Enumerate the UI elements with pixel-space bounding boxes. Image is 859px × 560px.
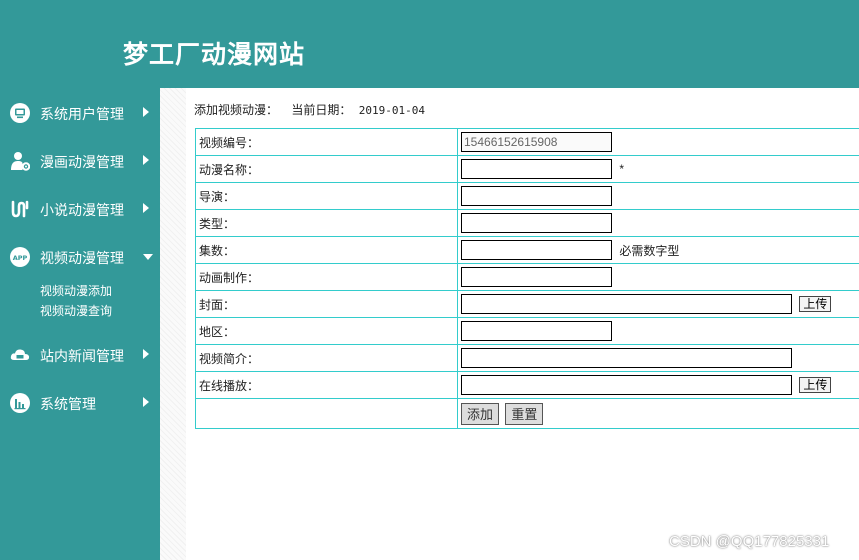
- breadcrumb: 添加视频动漫： 当前日期： 2019-01-04: [194, 101, 425, 118]
- cover-field[interactable]: [461, 294, 792, 314]
- sidebar-item-video[interactable]: APP 视频动漫管理: [0, 239, 160, 275]
- page-title: 添加视频动漫：: [194, 103, 279, 117]
- field-label: 视频简介：: [195, 344, 458, 372]
- sidebar-item-comic[interactable]: 漫画动漫管理: [0, 143, 160, 179]
- field-label: 类型：: [195, 209, 458, 237]
- sidebar-item-system-users[interactable]: 系统用户管理: [0, 95, 160, 131]
- bar-chart-icon: [10, 393, 30, 413]
- field-label: 封面：: [195, 290, 458, 318]
- reset-button[interactable]: 重置: [505, 402, 544, 425]
- region-field[interactable]: [461, 321, 612, 341]
- form-row: 集数： 必需数字型: [195, 236, 859, 264]
- field-label: 动漫名称：: [195, 155, 458, 183]
- field-label: 在线播放：: [195, 371, 458, 399]
- chevron-right-icon: [143, 349, 149, 359]
- submenu-video-query[interactable]: 视频动漫查询: [40, 302, 112, 319]
- add-video-form: 视频编号： 动漫名称： * 导演： 类型： 集数： 必需数字型 动画制作：: [195, 128, 859, 429]
- field-label: 视频编号：: [195, 128, 458, 156]
- sidebar-item-label: 小说动漫管理: [40, 202, 124, 218]
- video-upload-button[interactable]: 上传: [799, 377, 832, 393]
- form-row: 在线播放： 上传: [195, 371, 859, 399]
- required-marker: *: [619, 162, 625, 176]
- episodes-field[interactable]: [461, 240, 612, 260]
- sidebar-item-novel[interactable]: 小说动漫管理: [0, 191, 160, 227]
- form-row: 动画制作：: [195, 263, 859, 291]
- online-play-field[interactable]: [461, 375, 792, 395]
- chevron-right-icon: [143, 155, 149, 165]
- form-row: 视频编号：: [195, 128, 859, 156]
- chevron-right-icon: [143, 107, 149, 117]
- chevron-right-icon: [143, 397, 149, 407]
- intro-field[interactable]: [461, 348, 792, 368]
- watermark-text: CSDN @QQ177825331: [669, 533, 830, 550]
- svg-text:APP: APP: [13, 254, 28, 262]
- form-row: 动漫名称： *: [195, 155, 859, 183]
- sidebar-item-label: 站内新闻管理: [40, 348, 124, 364]
- sidebar-item-label: 系统管理: [40, 396, 96, 412]
- form-row: 封面： 上传: [195, 290, 859, 318]
- site-header: 梦工厂动漫网站: [0, 0, 859, 88]
- submit-button[interactable]: 添加: [461, 402, 500, 425]
- numeric-hint: 必需数字型: [619, 243, 680, 258]
- field-label: 集数：: [195, 236, 458, 264]
- sidebar-item-system[interactable]: 系统管理: [0, 385, 160, 421]
- form-actions-row: 添加 重置: [195, 398, 859, 429]
- anime-name-field[interactable]: [461, 159, 612, 179]
- sidebar-item-label: 漫画动漫管理: [40, 154, 124, 170]
- cover-upload-button[interactable]: 上传: [799, 296, 832, 312]
- sidebar-item-news[interactable]: 站内新闻管理: [0, 337, 160, 373]
- date-label: 当前日期：: [291, 103, 352, 117]
- content-gutter: [160, 88, 186, 560]
- user-gear-icon: [11, 152, 30, 171]
- app-icon: APP: [10, 247, 30, 267]
- chevron-right-icon: [143, 203, 149, 213]
- form-row: 视频简介：: [195, 344, 859, 372]
- sidebar: 系统用户管理 漫画动漫管理 小说动漫管理 APP 视频动漫管理 视频动漫添加 视…: [0, 88, 160, 560]
- cloud-icon: [10, 349, 30, 360]
- monitor-icon: [10, 103, 30, 123]
- producer-field[interactable]: [461, 267, 612, 287]
- field-label: 动画制作：: [195, 263, 458, 291]
- video-id-field[interactable]: [461, 132, 612, 152]
- site-title: 梦工厂动漫网站: [123, 40, 306, 69]
- field-label: 地区：: [195, 317, 458, 345]
- link-icon: [11, 200, 29, 218]
- type-field[interactable]: [461, 213, 612, 233]
- form-row: 类型：: [195, 209, 859, 237]
- chevron-down-icon: [143, 254, 153, 260]
- field-label: 导演：: [195, 182, 458, 210]
- director-field[interactable]: [461, 186, 612, 206]
- sidebar-item-label: 系统用户管理: [40, 106, 124, 122]
- form-row: 导演：: [195, 182, 859, 210]
- current-date: 2019-01-04: [358, 104, 425, 117]
- form-row: 地区：: [195, 317, 859, 345]
- sidebar-item-label: 视频动漫管理: [40, 250, 124, 266]
- submenu-video-add[interactable]: 视频动漫添加: [40, 282, 112, 299]
